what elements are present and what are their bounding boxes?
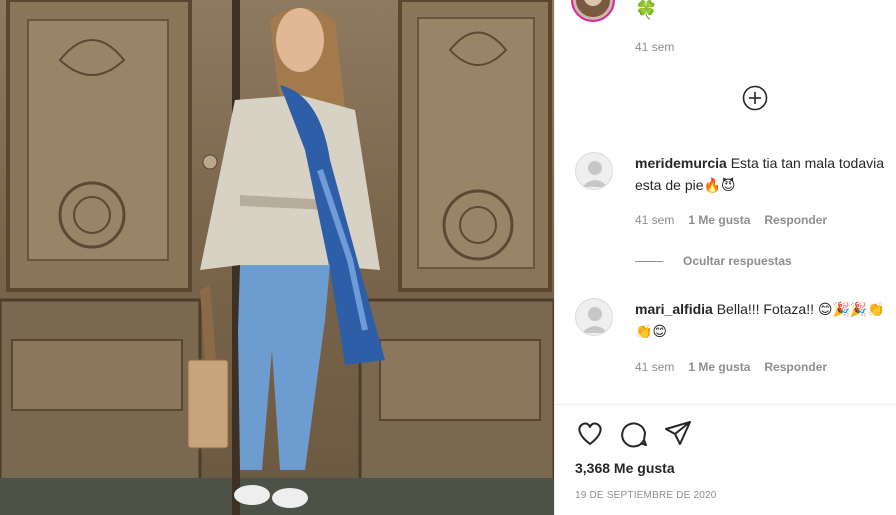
default-avatar-icon — [582, 307, 608, 333]
share-icon[interactable] — [663, 418, 693, 448]
comment-likes[interactable]: 1 Me gusta — [688, 360, 750, 374]
comment-time: 41 sem — [635, 360, 675, 374]
reply-button[interactable]: Responder — [764, 360, 827, 374]
author-avatar[interactable] — [571, 0, 615, 22]
section-divider — [555, 404, 896, 405]
default-avatar-icon — [582, 161, 608, 187]
comments-panel: 🍀 41 sem meridemurcia Esta tia tan mala … — [554, 0, 896, 515]
reply-button[interactable]: Responder — [764, 213, 827, 227]
post-photo — [0, 0, 554, 515]
comment-time: 41 sem — [635, 213, 675, 227]
commenter-avatar[interactable] — [575, 152, 613, 190]
commenter-avatar[interactable] — [575, 298, 613, 336]
comment-text-block: meridemurcia Esta tia tan mala todavia e… — [635, 152, 885, 196]
post-date: 19 DE SEPTIEMBRE DE 2020 — [575, 490, 717, 501]
heart-icon[interactable] — [575, 418, 605, 448]
replies-line — [635, 260, 663, 262]
comment-username[interactable]: meridemurcia — [635, 155, 727, 171]
caption-time: 41 sem — [635, 40, 675, 54]
comment-icon[interactable] — [619, 418, 649, 448]
comment-username[interactable]: mari_alfidia — [635, 301, 713, 317]
clover-emoji: 🍀 — [635, 0, 658, 20]
comment-meta: 41 sem 1 Me gusta Responder — [635, 360, 827, 374]
likes-count[interactable]: 3,368 Me gusta — [575, 460, 675, 476]
add-circle-icon[interactable] — [742, 85, 768, 111]
photo-illustration — [0, 0, 554, 515]
hide-replies-label: Ocultar respuestas — [683, 254, 792, 268]
comment-likes[interactable]: 1 Me gusta — [688, 213, 750, 227]
hide-replies-button[interactable]: Ocultar respuestas — [635, 254, 792, 268]
comment-text-block: mari_alfidia Bella!!! Fotaza!! 😊🎉🎉👏👏😊 — [635, 298, 885, 342]
comment-meta: 41 sem 1 Me gusta Responder — [635, 213, 827, 227]
action-bar — [575, 418, 693, 448]
